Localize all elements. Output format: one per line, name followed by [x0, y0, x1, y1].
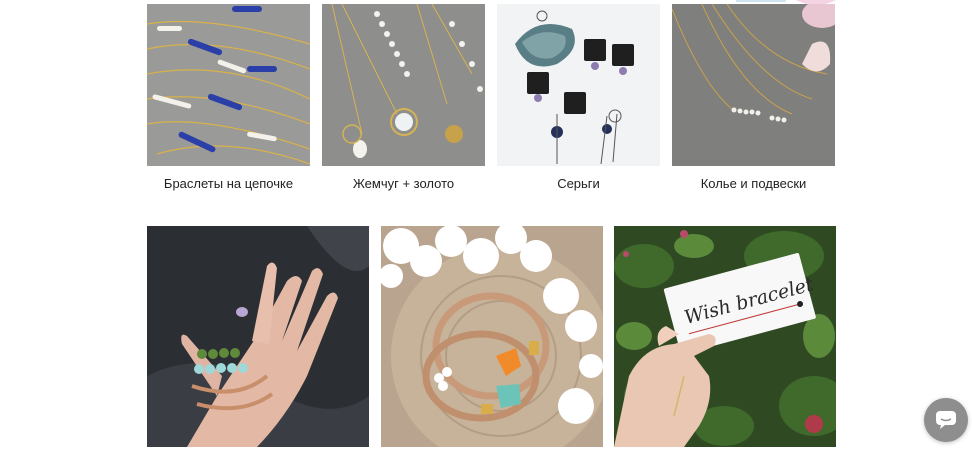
- category-card-earrings[interactable]: Серьги: [497, 4, 660, 191]
- hand-bracelets-photo[interactable]: [147, 226, 369, 447]
- leather-bracelets-photo[interactable]: [381, 226, 603, 447]
- category-label[interactable]: Жемчуг + золото: [322, 176, 485, 191]
- pearl-gold-photo[interactable]: [322, 4, 485, 166]
- wish-bracelet-card-photo[interactable]: Wish bracelet: [614, 226, 836, 447]
- category-label[interactable]: Серьги: [497, 176, 660, 191]
- earrings-photo[interactable]: [497, 4, 660, 166]
- necklaces-photo[interactable]: [672, 4, 835, 166]
- category-card-bracelets[interactable]: Браслеты на цепочке: [147, 4, 310, 191]
- bracelets-chain-photo[interactable]: [147, 4, 310, 166]
- category-label[interactable]: Браслеты на цепочке: [147, 176, 310, 191]
- category-label[interactable]: Колье и подвески: [672, 176, 835, 191]
- category-card-necklaces[interactable]: Колье и подвески: [672, 4, 835, 191]
- chat-bubble-icon: [936, 411, 956, 429]
- chat-button[interactable]: [924, 398, 968, 442]
- category-card-pearls[interactable]: Жемчуг + золото: [322, 4, 485, 191]
